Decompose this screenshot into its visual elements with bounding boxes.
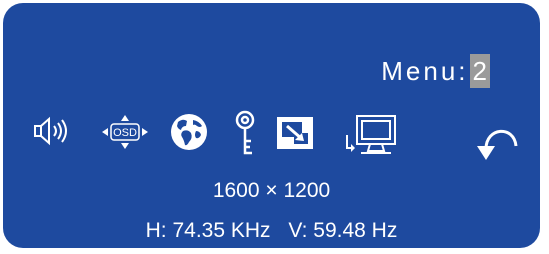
osd-icon-label: OSD bbox=[113, 127, 137, 139]
lock-key-icon[interactable] bbox=[232, 110, 258, 156]
image-position-icon[interactable] bbox=[275, 115, 315, 151]
resolution-readout: 1600 × 1200 bbox=[212, 179, 331, 202]
input-source-icon[interactable] bbox=[341, 113, 401, 161]
return-arrow-icon[interactable] bbox=[476, 116, 522, 162]
volume-icon[interactable] bbox=[33, 116, 75, 146]
frequency-readout: H: 74.35 KHz V: 59.48 Hz bbox=[3, 219, 540, 243]
menu-title: Menu: 2 bbox=[381, 54, 490, 88]
menu-label: Menu: bbox=[381, 56, 469, 86]
horizontal-frequency: H: 74.35 KHz bbox=[145, 219, 271, 242]
language-globe-icon[interactable] bbox=[169, 112, 209, 152]
osd-menu-panel: Menu: 2 OSD 1600 × 1200 H: 74.35 KHz V: … bbox=[3, 3, 540, 248]
menu-page-number: 2 bbox=[469, 54, 490, 88]
vertical-frequency: V: 59.48 Hz bbox=[288, 219, 398, 242]
osd-position-icon[interactable]: OSD bbox=[95, 113, 155, 151]
